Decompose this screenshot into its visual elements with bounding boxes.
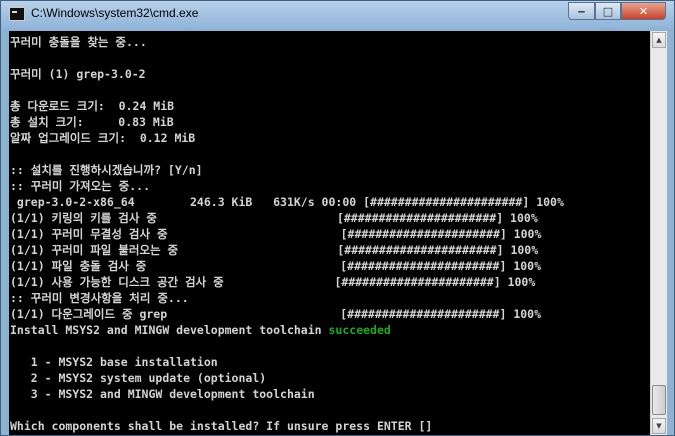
console-line-text: (1/1) 꾸러미 파일 불러오는 중 [###################… [10, 243, 539, 257]
maximize-button[interactable]: □ [595, 2, 621, 20]
console-line-text: :: 설치를 진행하시겠습니까? [Y/n] [10, 163, 203, 177]
console-line: 알짜 업그레이드 크기: 0.12 MiB [10, 130, 564, 146]
console-line: Install MSYS2 and MINGW development tool… [10, 322, 564, 338]
console-line-text: 총 다운로드 크기: 0.24 MiB [10, 99, 175, 113]
console-line-text: 1 - MSYS2 base installation [10, 355, 218, 369]
scroll-up-icon: ▲ [656, 36, 662, 44]
scroll-up-button[interactable]: ▲ [652, 32, 666, 48]
close-icon: ✕ [638, 4, 649, 18]
vertical-scrollbar[interactable]: ▲ ▼ [650, 31, 667, 435]
caption-buttons: ‒ □ ✕ [568, 2, 666, 21]
console-output[interactable]: 꾸러미 충돌을 찾는 중... 꾸러미 (1) grep-3.0-2 총 다운로드 … [9, 31, 650, 435]
console-line-text: Install MSYS2 and MINGW development tool… [10, 323, 329, 337]
console-line: :: 꾸러미 가져오는 중... [10, 178, 564, 194]
console-line: 꾸러미 충돌을 찾는 중... [10, 34, 564, 50]
console-lines: 꾸러미 충돌을 찾는 중... 꾸러미 (1) grep-3.0-2 총 다운로드 … [10, 34, 564, 434]
scrollbar-thumb[interactable] [652, 385, 666, 415]
minimize-button[interactable]: ‒ [568, 2, 595, 20]
console-line-text: :: 꾸러미 변경사항을 처리 중... [10, 291, 189, 305]
console-line: 1 - MSYS2 base installation [10, 354, 564, 370]
console-line-text: (1/1) 키링의 키를 검사 중 [#####################… [10, 211, 538, 225]
console-line-text: grep-3.0-2-x86_64 246.3 KiB 631K/s 00:00… [10, 195, 564, 209]
console-line-text: :: 꾸러미 가져오는 중... [10, 179, 151, 193]
console-line-text: (1/1) 사용 가능한 디스크 공간 검사 중 [##############… [10, 275, 536, 289]
console-line-text: (1/1) 꾸러미 무결성 검사 중 [####################… [10, 227, 542, 241]
console-line: 총 다운로드 크기: 0.24 MiB [10, 98, 564, 114]
status-succeeded: succeeded [328, 323, 391, 337]
cmd-app-icon[interactable] [9, 7, 25, 21]
console-line: Which components shall be installed? If … [10, 418, 564, 434]
console-line-text: 총 설치 크기: 0.83 MiB [10, 115, 174, 129]
cmd-window: C:\Windows\system32\cmd.exe ‒ □ ✕ 꾸러미 충돌… [0, 0, 675, 436]
console-line-text: Which components shall be installed? If … [10, 419, 433, 433]
scroll-down-button[interactable]: ▼ [652, 418, 666, 434]
console-line: :: 꾸러미 변경사항을 처리 중... [10, 290, 564, 306]
console-line: (1/1) 다운그레이드 중 grep [###################… [10, 306, 564, 322]
console-line: 3 - MSYS2 and MINGW development toolchai… [10, 386, 564, 402]
console-line: 총 설치 크기: 0.83 MiB [10, 114, 564, 130]
console-line-text: 3 - MSYS2 and MINGW development toolchai… [10, 387, 315, 401]
console-line: grep-3.0-2-x86_64 246.3 KiB 631K/s 00:00… [10, 194, 564, 210]
console-line: :: 설치를 진행하시겠습니까? [Y/n] [10, 162, 564, 178]
title-bar[interactable]: C:\Windows\system32\cmd.exe ‒ □ ✕ [1, 1, 674, 29]
console-line-text: 알짜 업그레이드 크기: 0.12 MiB [10, 131, 196, 145]
console-line-text: 꾸러미 충돌을 찾는 중... [10, 35, 147, 49]
scroll-down-icon: ▼ [656, 422, 662, 430]
console-line-text: 2 - MSYS2 system update (optional) [10, 371, 267, 385]
console-line-text: (1/1) 파일 충돌 검사 중 [######################… [10, 259, 542, 273]
console-line-text: 꾸러미 (1) grep-3.0-2 [10, 67, 146, 81]
close-button[interactable]: ✕ [621, 2, 666, 20]
window-title: C:\Windows\system32\cmd.exe [31, 6, 199, 20]
maximize-icon: □ [602, 4, 614, 18]
console-line: (1/1) 꾸러미 파일 불러오는 중 [###################… [10, 242, 564, 258]
console-line: 2 - MSYS2 system update (optional) [10, 370, 564, 386]
console-line: (1/1) 꾸러미 무결성 검사 중 [####################… [10, 226, 564, 242]
minimize-icon: ‒ [577, 4, 586, 18]
console-line: (1/1) 사용 가능한 디스크 공간 검사 중 [##############… [10, 274, 564, 290]
console-line: (1/1) 키링의 키를 검사 중 [#####################… [10, 210, 564, 226]
console-line: (1/1) 파일 충돌 검사 중 [######################… [10, 258, 564, 274]
console-line-text: (1/1) 다운그레이드 중 grep [###################… [10, 307, 542, 321]
console-line: 꾸러미 (1) grep-3.0-2 [10, 66, 564, 82]
